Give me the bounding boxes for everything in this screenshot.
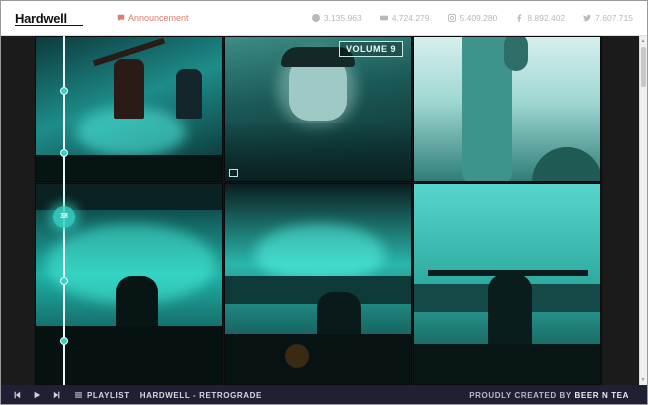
youtube-stat[interactable]: 4.724.279 [379, 13, 430, 23]
twitter-stat[interactable]: 7.607.715 [583, 13, 633, 23]
credit-name[interactable]: BEER N TEA [575, 391, 629, 400]
facebook-icon [517, 14, 522, 22]
browser-frame: Hardwell Announcement 3.135.963 4.724.27… [0, 0, 648, 405]
facebook-stat[interactable]: 8.892.402 [515, 13, 565, 23]
credit-text: PROUDLY CREATED BY BEER N TEA [469, 391, 629, 400]
portrait-photo[interactable] [413, 36, 601, 182]
stage-glow [255, 224, 385, 284]
photo-grid: VOLUME 9 [35, 36, 601, 385]
announcement-link[interactable]: Announcement [117, 13, 189, 23]
dj-booth-photo[interactable] [224, 183, 412, 385]
twitter-icon [583, 14, 592, 22]
arms-raised-photo[interactable] [413, 183, 601, 385]
speech-bubble-icon [117, 14, 125, 22]
top-header: Hardwell Announcement 3.135.963 4.724.27… [1, 1, 647, 36]
person-head [504, 37, 528, 71]
playlist-label: PLAYLIST [87, 390, 130, 400]
timeline-marker[interactable] [60, 277, 68, 285]
glitch-stripes [225, 123, 411, 181]
logo-underline [15, 25, 83, 26]
timeline-marker[interactable] [60, 87, 68, 95]
twitter-count: 7.607.715 [595, 13, 633, 23]
play-icon [34, 391, 41, 399]
dj-arms [428, 270, 588, 276]
scroll-down-arrow-icon[interactable]: ▼ [640, 377, 646, 383]
spotify-stat[interactable]: 3.135.963 [311, 13, 362, 23]
facebook-count: 8.892.402 [527, 13, 566, 23]
spotify-icon [311, 14, 320, 22]
announcement-label: Announcement [128, 13, 189, 23]
page-scrollbar[interactable] [639, 36, 647, 385]
volume-badge: VOLUME 9 [338, 41, 403, 57]
booth-foreground [225, 334, 411, 384]
next-icon [53, 391, 60, 399]
playlist-toggle[interactable]: PLAYLIST [75, 391, 130, 400]
music-player-bar: PLAYLIST HARDWELL - RETROGRADE PROUDLY C… [1, 385, 647, 404]
stamp-logo [285, 344, 309, 368]
dj-figure [114, 59, 144, 119]
left-gutter [1, 36, 35, 385]
list-icon [75, 392, 82, 398]
previous-icon [14, 391, 21, 399]
play-button[interactable] [33, 391, 41, 399]
crew-figure [176, 69, 202, 119]
foliage-shape [532, 147, 600, 181]
volume-9-cover[interactable]: VOLUME 9 [224, 36, 412, 182]
hardwell-logo[interactable]: Hardwell [15, 11, 67, 26]
deck-foreground [414, 344, 600, 384]
timeline-marker[interactable] [60, 149, 68, 157]
social-stats: 3.135.963 4.724.279 5.409.280 8.892.402 … [311, 13, 633, 23]
next-button[interactable] [53, 391, 61, 399]
now-playing-title: HARDWELL - RETROGRADE [139, 390, 262, 400]
instagram-stat[interactable]: 5.409.280 [447, 13, 498, 23]
youtube-count: 4.724.279 [391, 13, 430, 23]
timeline-marker[interactable] [60, 337, 68, 345]
scroll-thumb[interactable] [641, 47, 646, 87]
album-icon[interactable] [229, 169, 238, 177]
spotify-count: 3.135.963 [323, 13, 362, 23]
scroll-up-arrow-icon[interactable]: ▲ [640, 38, 646, 44]
timeline-active-marker[interactable]: 38 [53, 206, 75, 228]
youtube-icon [379, 15, 388, 21]
credit-prefix: PROUDLY CREATED BY [469, 390, 572, 400]
previous-button[interactable] [13, 391, 21, 399]
instagram-icon [447, 14, 456, 22]
instagram-count: 5.409.280 [459, 13, 498, 23]
